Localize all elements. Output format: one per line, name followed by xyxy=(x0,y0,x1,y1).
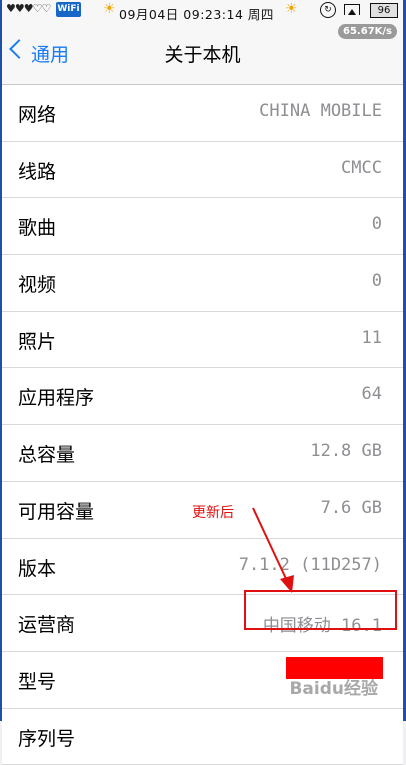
row-label: 网络 xyxy=(18,104,57,126)
wifi-icon: WiFi xyxy=(56,2,81,17)
sun-icon: ☀ xyxy=(285,1,298,17)
row-label: 型号 xyxy=(18,670,57,693)
row-value: CMCC xyxy=(341,157,382,178)
network-speed-badge: 65.67K/s xyxy=(338,24,397,39)
row-label: 线路 xyxy=(18,160,57,183)
row-value: 7.6 GB xyxy=(320,497,382,518)
rotation-lock-icon: ↻ xyxy=(320,2,336,18)
row-value: 11 xyxy=(361,327,382,348)
list-item-version: 版本 7.1.2 (11D257) xyxy=(2,539,403,596)
row-value: 0 xyxy=(371,271,382,292)
watermark: Baidu经验 xyxy=(289,679,378,699)
row-value: 0 xyxy=(371,214,382,235)
row-label: 歌曲 xyxy=(18,217,57,240)
navigation-bar: 通用 关于本机 65.67K/s xyxy=(2,22,403,85)
annotation-highlight-box xyxy=(244,590,397,630)
row-label: 可用容量 xyxy=(18,500,95,523)
row-label: 版本 xyxy=(18,557,57,580)
row-label: 总容量 xyxy=(18,444,76,467)
row-label: 视频 xyxy=(18,274,57,297)
status-datetime: 09月04日 09:23:14 周四 xyxy=(119,7,274,22)
sun-icon: ☀ xyxy=(103,1,116,17)
annotation-label: 更新后 xyxy=(192,505,234,521)
list-item-network: 网络 CHINA MOBILE xyxy=(2,85,403,142)
row-value: 64 xyxy=(361,384,382,405)
row-label: 运营商 xyxy=(18,614,76,637)
row-label: 照片 xyxy=(18,330,57,353)
row-label: 序列号 xyxy=(18,727,76,750)
list-item-videos: 视频 0 xyxy=(2,255,403,312)
status-bar: ♥♥♥♡♡ WiFi ☀ 09月04日 09:23:14 周四 ☀ ↻ 96 xyxy=(2,0,403,22)
list-item-photos: 照片 11 xyxy=(2,312,403,369)
list-item-serial: 序列号 xyxy=(2,709,403,765)
list-item-carrier-line: 线路 CMCC xyxy=(2,142,403,199)
page-title: 关于本机 xyxy=(164,44,241,66)
row-value: 12.8 GB xyxy=(310,441,382,462)
list-item-songs: 歌曲 0 xyxy=(2,198,403,256)
airplay-icon xyxy=(344,4,360,15)
list-item-applications: 应用程序 64 xyxy=(2,368,403,426)
annotation-arrow-icon xyxy=(252,507,294,593)
row-value: CHINA MOBILE xyxy=(259,101,382,121)
signal-hearts-icon: ♥♥♥♡♡ xyxy=(6,2,51,15)
list-item-capacity: 总容量 12.8 GB xyxy=(2,425,403,482)
battery-icon: 96 xyxy=(370,3,398,18)
row-label: 应用程序 xyxy=(18,387,95,410)
